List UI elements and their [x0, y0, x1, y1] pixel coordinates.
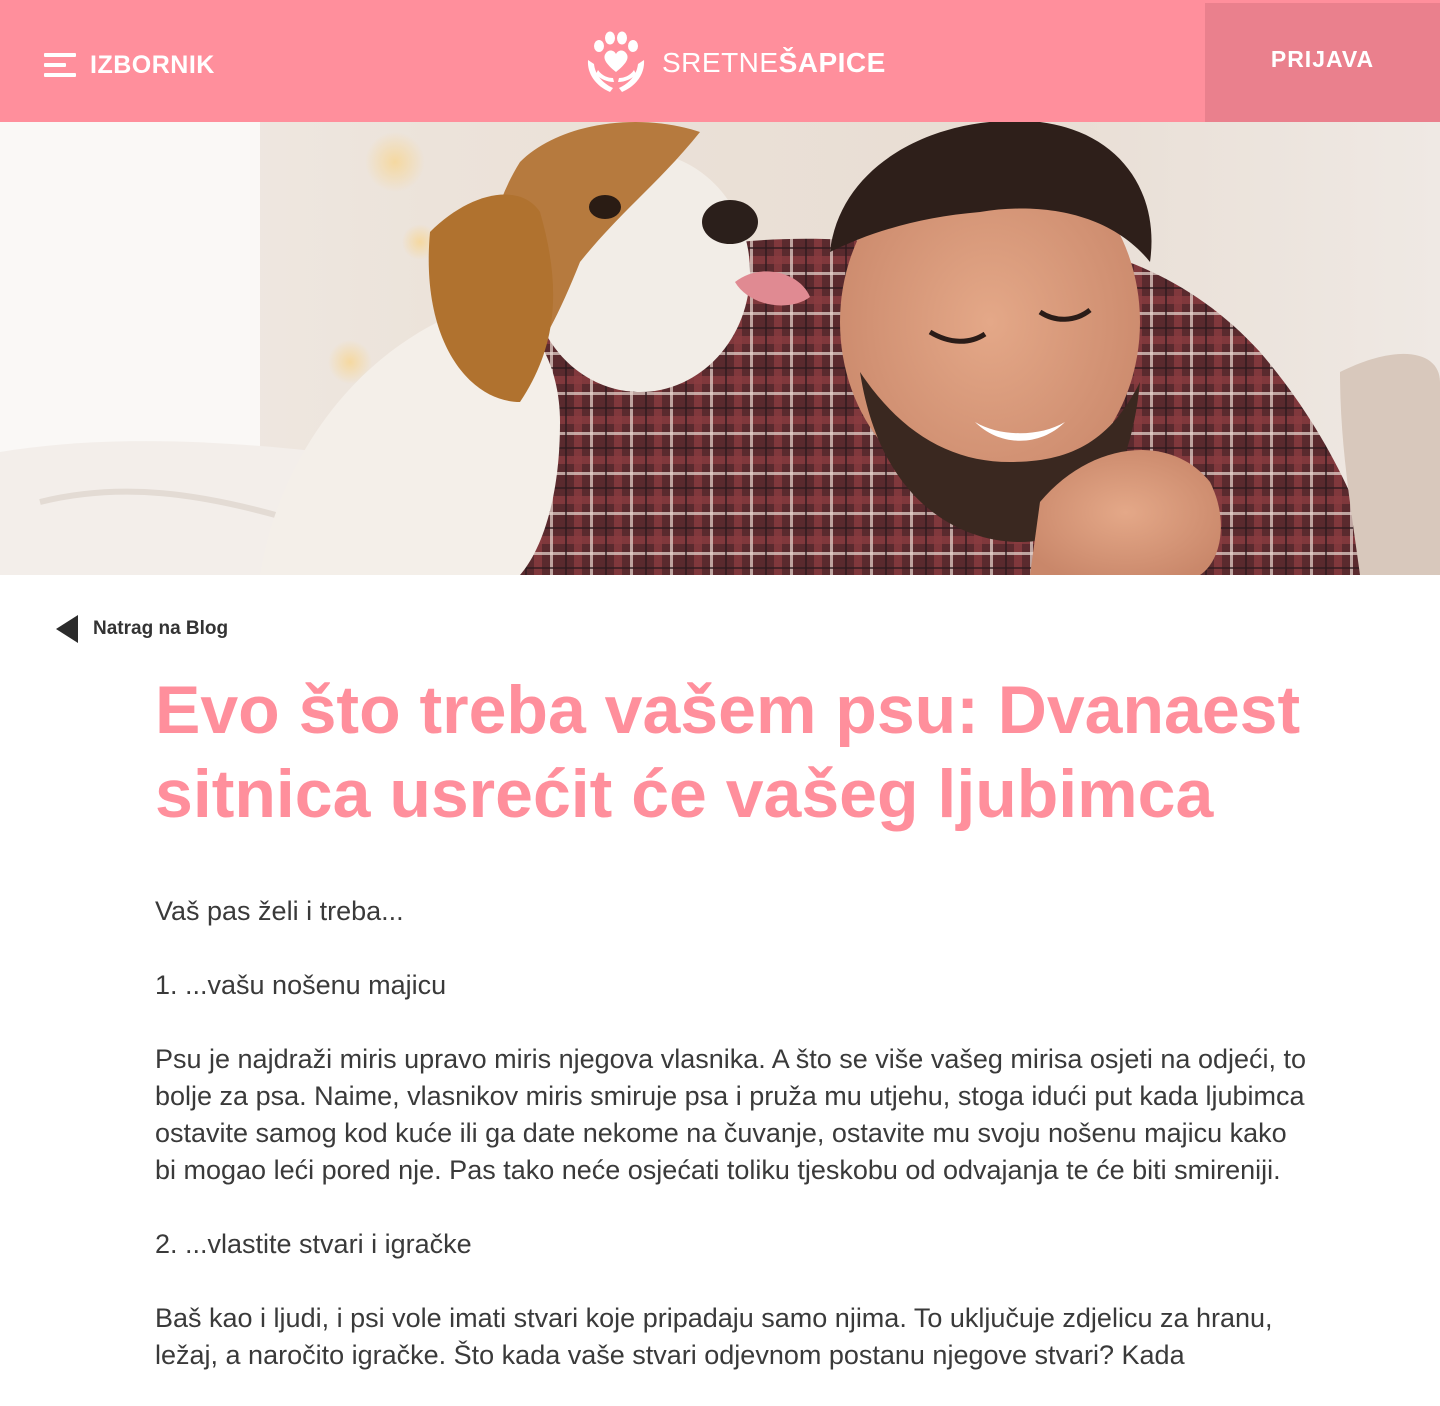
article-paragraph: Baš kao i ljudi, i psi vole imati stvari… [155, 1303, 1273, 1370]
hamburger-menu-icon [44, 51, 76, 79]
logo-text-light: SRETNE [662, 47, 779, 78]
hero-image [0, 122, 1440, 575]
article-paragraph: 2. ...vlastite stvari i igračke [155, 1229, 472, 1259]
login-label: PRIJAVA [1270, 46, 1375, 72]
article-title: Evo što treba vašem psu: Dvanaest sitnic… [155, 672, 1301, 832]
menu-button[interactable]: IZBORNIK [44, 48, 215, 82]
article-paragraph: Vaš pas želi i treba... [155, 896, 404, 926]
back-arrow-icon [56, 615, 78, 643]
site-header: IZBORNIK SRETNEŠAPICE PRIJAVA [0, 0, 1440, 122]
menu-label: IZBORNIK [90, 50, 215, 79]
logo-text-bold: ŠAPICE [778, 47, 886, 78]
logo-text: SRETNEŠAPICE [662, 47, 886, 79]
site-logo[interactable]: SRETNEŠAPICE [584, 30, 886, 96]
article-body: Vaš pas želi i treba... 1. ...vašu nošen… [155, 893, 1315, 1406]
paw-heart-hands-icon [587, 31, 645, 92]
article-paragraph: 1. ...vašu nošenu majicu [155, 970, 447, 1000]
back-link-label: Natrag na Blog [93, 618, 229, 639]
login-button[interactable]: PRIJAVA [1205, 3, 1440, 122]
back-to-blog-link[interactable]: Natrag na Blog [56, 614, 228, 644]
article-paragraph: Psu je najdraži miris upravo miris njego… [155, 1044, 1307, 1185]
